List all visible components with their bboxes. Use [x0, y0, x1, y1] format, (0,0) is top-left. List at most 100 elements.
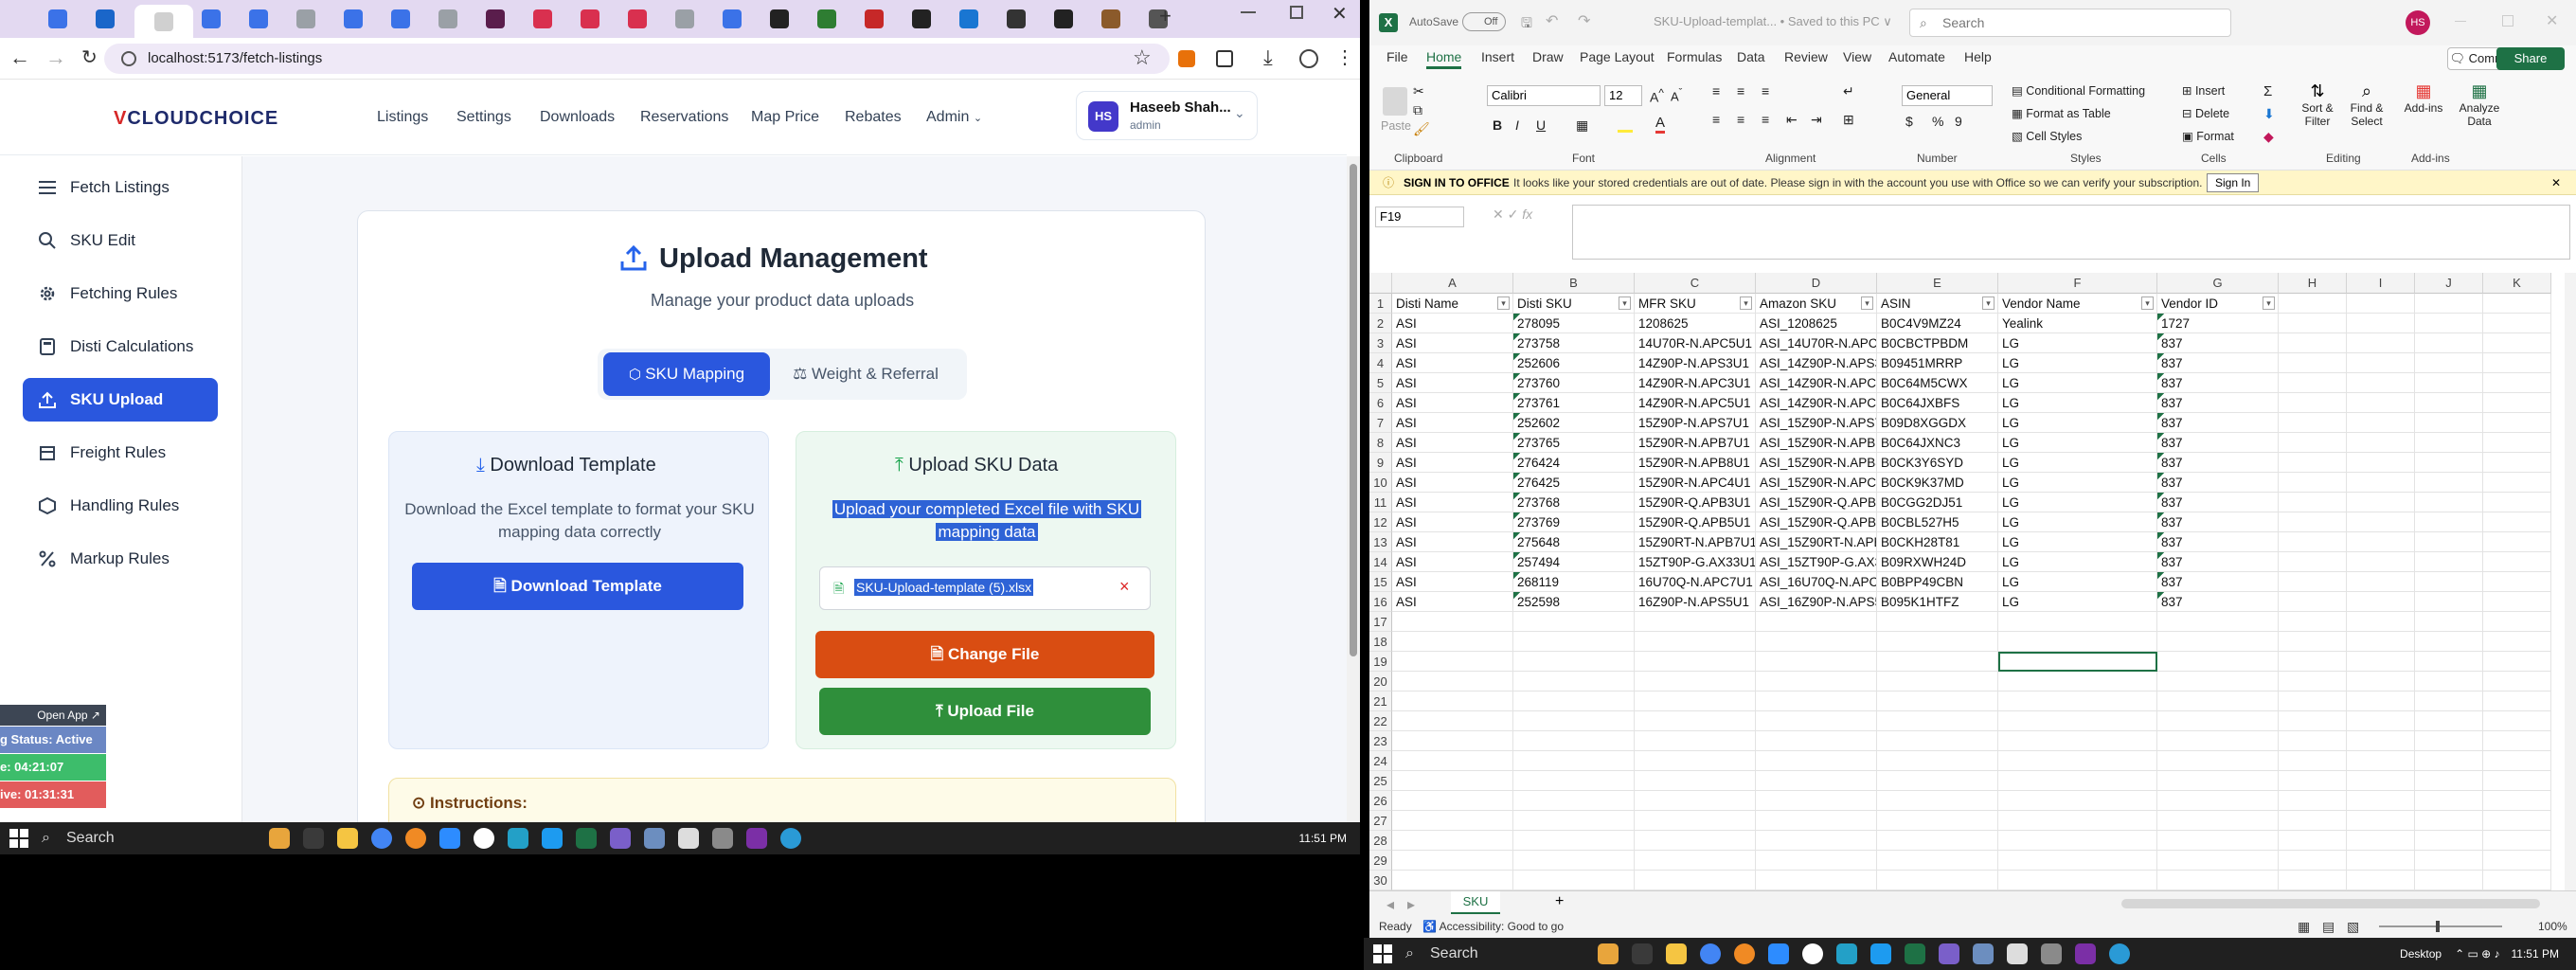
- grid-cell[interactable]: LG: [1998, 433, 2157, 453]
- sidebar-item-sku-edit[interactable]: SKU Edit: [23, 219, 218, 262]
- zoom-slider[interactable]: [2379, 921, 2502, 932]
- header-cell-wrap[interactable]: ASIN ▾: [1877, 294, 1998, 314]
- grid-cell[interactable]: LG: [1998, 592, 2157, 612]
- avatar[interactable]: HS: [2406, 10, 2430, 35]
- grid-cell[interactable]: [2415, 831, 2483, 851]
- grid-cell[interactable]: [2415, 433, 2483, 453]
- copilot-icon[interactable]: [269, 828, 290, 849]
- row-header[interactable]: 22: [1369, 711, 1392, 731]
- menu-review[interactable]: Review: [1784, 49, 1828, 64]
- column-header[interactable]: G: [2157, 273, 2279, 294]
- grid-cell[interactable]: [2157, 751, 2279, 771]
- share-button[interactable]: Share: [2496, 47, 2565, 70]
- row-header[interactable]: 18: [1369, 632, 1392, 652]
- menu-file[interactable]: File: [1386, 49, 1408, 64]
- firefox-icon[interactable]: [405, 828, 426, 849]
- grid-cell[interactable]: LG: [1998, 373, 2157, 393]
- grid-cell[interactable]: [2415, 592, 2483, 612]
- grid-cell[interactable]: [2415, 353, 2483, 373]
- grid-cell[interactable]: [2415, 314, 2483, 333]
- grid-cell[interactable]: [1635, 791, 1756, 811]
- app-icon[interactable]: [610, 828, 631, 849]
- grid-cell[interactable]: [2483, 592, 2551, 612]
- sidebar-item-fetch-listings[interactable]: Fetch Listings: [23, 166, 218, 209]
- menu-data[interactable]: Data: [1737, 49, 1765, 64]
- sidebar-item-handling-rules[interactable]: Handling Rules: [23, 484, 218, 528]
- grid-cell[interactable]: [1756, 751, 1877, 771]
- sidebar-item-fetching-rules[interactable]: Fetching Rules: [23, 272, 218, 315]
- grid-cell[interactable]: [2279, 711, 2347, 731]
- grid-cell[interactable]: [1998, 632, 2157, 652]
- grid-cell[interactable]: [2347, 751, 2415, 771]
- browser-tab[interactable]: [436, 6, 460, 32]
- grid-cell[interactable]: 252602: [1513, 413, 1635, 433]
- grid-cell[interactable]: LG: [1998, 453, 2157, 473]
- task-view-icon[interactable]: [1632, 943, 1653, 964]
- sidebar-item-freight-rules[interactable]: Freight Rules: [23, 431, 218, 475]
- align-left-icon[interactable]: ≡: [1712, 112, 1720, 127]
- browser-tab[interactable]: [814, 6, 839, 32]
- header-cell[interactable]: Disti Name: [1396, 294, 1512, 313]
- grid-cell[interactable]: LG: [1998, 493, 2157, 512]
- maximize-icon[interactable]: [2502, 15, 2513, 27]
- font-name-select[interactable]: Calibri: [1487, 85, 1601, 106]
- bold-icon[interactable]: B: [1493, 117, 1502, 133]
- grid-cell[interactable]: B0CBL527H5: [1877, 512, 1998, 532]
- grid-cell[interactable]: [1635, 851, 1756, 871]
- merge-icon[interactable]: ⊞: [1843, 112, 1854, 128]
- browser-tab[interactable]: [294, 6, 318, 32]
- grid-cell[interactable]: 837: [2157, 413, 2279, 433]
- grid-cell[interactable]: [2157, 791, 2279, 811]
- grid-cell[interactable]: [1635, 871, 1756, 890]
- grid-cell[interactable]: [2347, 572, 2415, 592]
- grid-cell[interactable]: ASI_15Z90P-N.APS7U1: [1756, 413, 1877, 433]
- grid-cell[interactable]: [1877, 632, 1998, 652]
- percent-icon[interactable]: %: [1932, 114, 1943, 129]
- app-icon[interactable]: [712, 828, 733, 849]
- grid-cell[interactable]: 273758: [1513, 333, 1635, 353]
- outdent-icon[interactable]: ⇥: [1811, 112, 1822, 128]
- column-header[interactable]: J: [2415, 273, 2483, 294]
- grid-cell[interactable]: [2157, 652, 2279, 672]
- grow-font-icon[interactable]: A^: [1650, 87, 1664, 105]
- grid-cell[interactable]: [1998, 771, 2157, 791]
- grid-cell[interactable]: B0CBCTPBDM: [1877, 333, 1998, 353]
- nav-admin[interactable]: Admin ⌄: [926, 109, 982, 126]
- url-field[interactable]: localhost:5173/fetch-listings: [104, 44, 1170, 74]
- chrome-icon[interactable]: [1700, 943, 1721, 964]
- font-size-select[interactable]: 12: [1604, 85, 1642, 106]
- grid-cell[interactable]: ASI_16Z90P-N.APS5U1: [1756, 592, 1877, 612]
- grid-cell[interactable]: [2279, 672, 2347, 692]
- menu-formulas[interactable]: Formulas: [1667, 49, 1722, 64]
- grid-cell[interactable]: [2483, 373, 2551, 393]
- formula-input[interactable]: [1572, 205, 2570, 260]
- zoom-level[interactable]: 100%: [2538, 915, 2567, 938]
- grid-cell[interactable]: [2347, 333, 2415, 353]
- format-painter-icon[interactable]: 🖌: [1413, 121, 1430, 137]
- horizontal-scrollbar[interactable]: [2121, 899, 2540, 908]
- grid-cell[interactable]: [2157, 731, 2279, 751]
- grid-cell[interactable]: [2347, 353, 2415, 373]
- grid-cell[interactable]: B0BPP49CBN: [1877, 572, 1998, 592]
- grid-cell[interactable]: [2347, 652, 2415, 672]
- grid-cell[interactable]: ASI_14Z90R-N.APC3U1: [1756, 373, 1877, 393]
- grid-cell[interactable]: ASI_15ZT90P-G.AX33U1: [1756, 552, 1877, 572]
- app-icon[interactable]: [678, 828, 699, 849]
- row-header[interactable]: 4: [1369, 353, 1392, 373]
- grid-cell[interactable]: [2279, 632, 2347, 652]
- grid-cell[interactable]: 16U70Q-N.APC7U1: [1635, 572, 1756, 592]
- grid-cell[interactable]: 273768: [1513, 493, 1635, 512]
- grid-cell[interactable]: LG: [1998, 473, 2157, 493]
- grid-cell[interactable]: 275648: [1513, 532, 1635, 552]
- grid-cell[interactable]: [2415, 672, 2483, 692]
- sort-filter-button[interactable]: ⇅ Sort & Filter: [2296, 81, 2339, 138]
- grid-cell[interactable]: ASI_15Z90R-N.APC4U1: [1756, 473, 1877, 493]
- grid-cell[interactable]: [1998, 711, 2157, 731]
- grid-cell[interactable]: B0C4V9MZ24: [1877, 314, 1998, 333]
- clear-icon[interactable]: ◆: [2263, 129, 2274, 145]
- grid-cell[interactable]: 15Z90RT-N.APB7U1: [1635, 532, 1756, 552]
- grid-cell[interactable]: LG: [1998, 333, 2157, 353]
- grid-cell[interactable]: Yealink: [1998, 314, 2157, 333]
- windows-start-icon[interactable]: [9, 829, 28, 848]
- filter-dropdown-icon[interactable]: ▾: [2141, 296, 2154, 310]
